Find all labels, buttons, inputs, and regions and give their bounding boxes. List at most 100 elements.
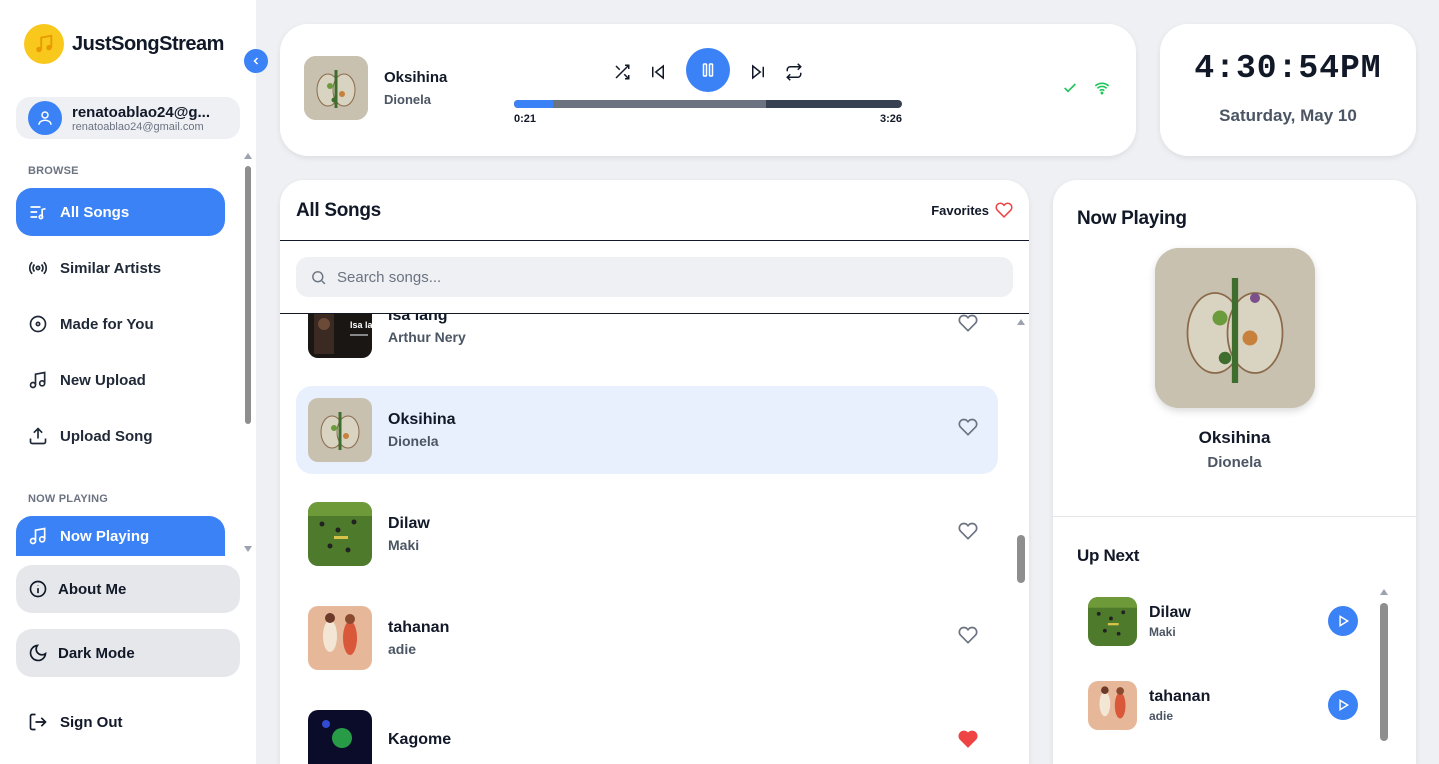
up-next-heading: Up Next	[1077, 546, 1140, 565]
up-next-play-button[interactable]	[1328, 606, 1358, 636]
song-album-art	[308, 710, 372, 764]
heart-outline-icon	[995, 202, 1013, 218]
up-next-item[interactable]: Dilaw Maki	[1088, 596, 1358, 646]
sidebar-item-label: Similar Artists	[60, 259, 162, 277]
search-input[interactable]	[337, 268, 937, 286]
progress-bar[interactable]	[514, 100, 902, 108]
heart-outline-icon[interactable]	[958, 625, 978, 645]
song-row[interactable]: Dilaw Maki	[296, 490, 998, 578]
song-row[interactable]: Kagome	[296, 698, 998, 764]
song-artist: Maki	[388, 537, 420, 553]
sidebar-item-now-playing[interactable]: Now Playing	[16, 516, 225, 556]
now-playing-artist: Dionela	[1207, 454, 1262, 471]
dark-mode-label: Dark Mode	[58, 644, 135, 662]
up-next-scrollbar[interactable]	[1380, 603, 1388, 741]
now-playing-title: Oksihina	[1198, 428, 1271, 447]
up-next-play-button[interactable]	[1328, 690, 1358, 720]
sign-out-label: Sign Out	[60, 713, 123, 731]
sign-out-button[interactable]: Sign Out	[28, 712, 123, 732]
heart-outline-icon[interactable]	[958, 521, 978, 541]
shuffle-icon	[615, 64, 630, 80]
moon-icon	[29, 644, 47, 662]
song-row[interactable]: Isa la Isa lang Arthur Nery	[296, 314, 998, 370]
favorites-label: Favorites	[931, 202, 989, 218]
song-title: tahanan	[388, 619, 450, 636]
svg-text:Isa la: Isa la	[350, 320, 372, 330]
sidebar-item-new-upload[interactable]: New Upload	[16, 356, 225, 404]
progress-fill	[514, 100, 553, 108]
up-next-title: tahanan	[1149, 687, 1211, 705]
search-bar[interactable]	[296, 257, 1013, 297]
sidebar-scroll-down-icon[interactable]	[244, 546, 252, 552]
song-album-art: Isa la	[308, 314, 372, 358]
up-next-scroll-up-icon[interactable]	[1380, 589, 1388, 595]
heart-outline-icon[interactable]	[958, 417, 978, 437]
song-title: Dilaw	[388, 515, 430, 532]
skip-forward-icon	[752, 64, 764, 80]
repeat-button[interactable]	[782, 60, 806, 84]
sidebar-item-all-songs[interactable]: All Songs	[16, 188, 225, 236]
song-title: Kagome	[388, 731, 452, 748]
up-next-album-art	[1088, 596, 1137, 646]
sidebar-item-made-for-you[interactable]: Made for You	[16, 300, 225, 348]
clock-card: 4:30:54PM Saturday, May 10	[1160, 24, 1416, 156]
check-icon	[1062, 80, 1078, 101]
info-icon	[29, 580, 47, 598]
user-name: renatoablao24@g...	[72, 103, 210, 121]
dark-mode-button[interactable]: Dark Mode	[16, 629, 240, 677]
sign-out-icon	[29, 713, 47, 731]
previous-button[interactable]	[646, 60, 670, 84]
list-scrollbar[interactable]	[1017, 535, 1025, 583]
now-playing-heading: Now Playing	[1077, 208, 1187, 229]
brand[interactable]: JustSongStream	[24, 24, 224, 64]
repeat-icon	[786, 63, 802, 81]
sidebar-item-label: Upload Song	[60, 427, 153, 445]
favorites-button[interactable]: Favorites	[931, 201, 1013, 219]
up-next-title: Dilaw	[1149, 603, 1191, 621]
now-playing-divider	[1053, 516, 1416, 517]
sidebar-scrollbar[interactable]	[245, 166, 251, 424]
song-album-art	[308, 606, 372, 670]
up-next-album-art	[1088, 680, 1137, 730]
about-me-button[interactable]: About Me	[16, 565, 240, 613]
broadcast-icon	[28, 261, 48, 275]
song-album-art	[308, 398, 372, 462]
chevron-left-icon	[253, 57, 259, 65]
user-card[interactable]: renatoablao24@g... renatoablao24@gmail.c…	[16, 97, 240, 139]
sidebar-item-label: Made for You	[60, 315, 154, 333]
list-music-icon	[30, 206, 46, 220]
sidebar-item-similar-artists[interactable]: Similar Artists	[16, 244, 225, 292]
shuffle-button[interactable]	[610, 60, 634, 84]
player-bar: Oksihina Dionela 0:21 3:26	[280, 24, 1136, 156]
sidebar: JustSongStream renatoablao24@g... renato…	[0, 0, 256, 764]
app-name: JustSongStream	[72, 32, 224, 55]
player-album-art[interactable]	[304, 56, 368, 120]
song-artist: adie	[388, 641, 417, 657]
disc-icon	[29, 315, 47, 333]
song-row-active[interactable]: Oksihina Dionela	[296, 386, 998, 474]
sidebar-item-label: Now Playing	[60, 527, 150, 545]
pause-button[interactable]	[686, 48, 730, 92]
clock-time: 4:30:54PM	[1194, 50, 1382, 87]
collapse-sidebar-button[interactable]	[244, 49, 268, 73]
skip-back-icon	[652, 64, 664, 80]
search-icon	[312, 270, 326, 284]
list-scroll-up-icon[interactable]	[1017, 319, 1025, 325]
up-next-artist: Maki	[1149, 624, 1176, 639]
up-next-item[interactable]: tahanan adie	[1088, 680, 1358, 730]
song-title: Oksihina	[388, 411, 456, 428]
upload-icon	[29, 427, 47, 445]
user-avatar-icon	[28, 101, 62, 135]
about-me-label: About Me	[58, 580, 127, 598]
sidebar-item-label: All Songs	[60, 203, 130, 221]
heart-outline-icon[interactable]	[958, 314, 978, 333]
sidebar-item-upload-song[interactable]: Upload Song	[16, 412, 225, 460]
player-song-title: Oksihina	[384, 69, 448, 86]
browse-section-label: BROWSE	[28, 165, 79, 177]
heart-filled-icon[interactable]	[958, 729, 978, 749]
now-playing-panel: Now Playing Oksihina Dionela Up Next Dil…	[1053, 180, 1416, 764]
sidebar-scroll-up-icon[interactable]	[244, 153, 252, 159]
next-button[interactable]	[746, 60, 770, 84]
song-row[interactable]: tahanan adie	[296, 594, 998, 682]
all-songs-title: All Songs	[296, 200, 381, 221]
